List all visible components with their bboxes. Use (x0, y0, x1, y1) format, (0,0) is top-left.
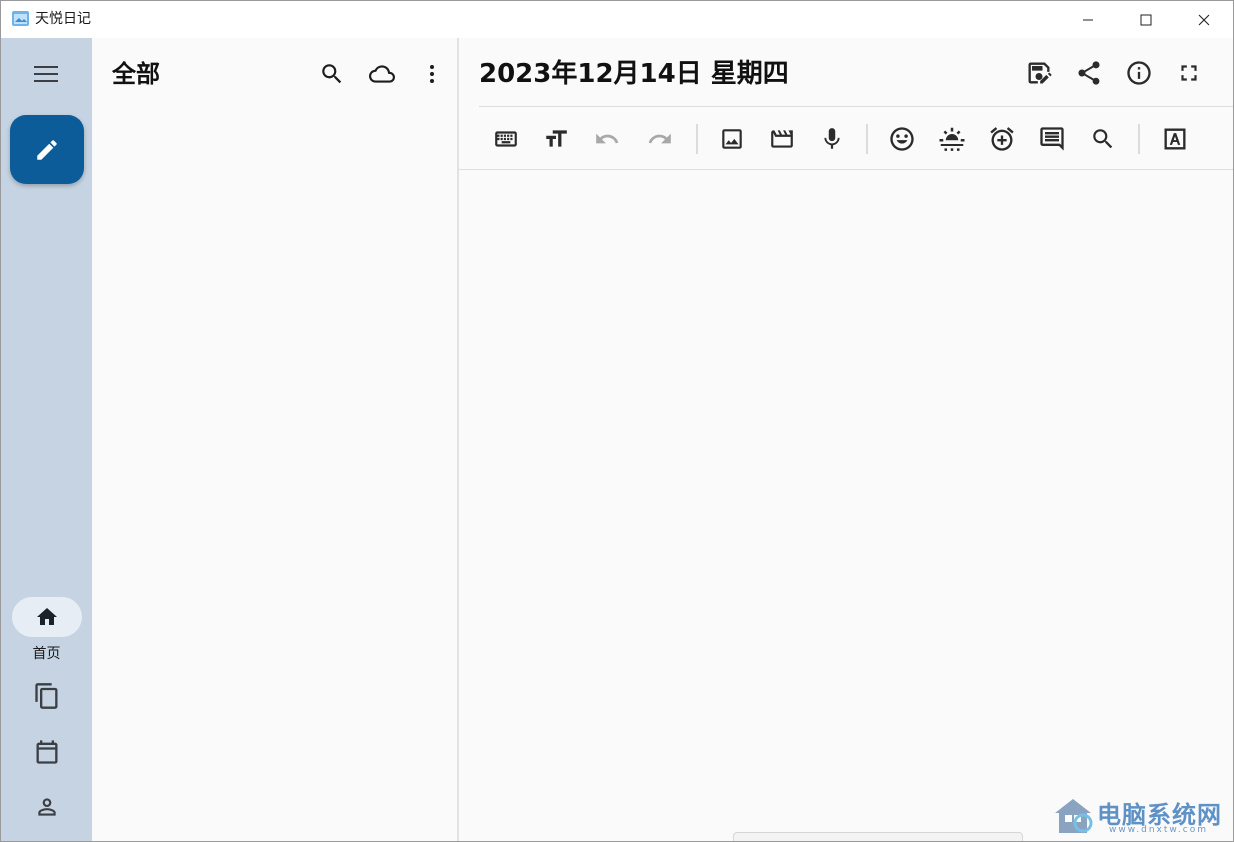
keyboard-icon (495, 131, 517, 147)
insert-image-button[interactable] (714, 122, 750, 156)
text-size-icon (546, 130, 567, 147)
redo-button[interactable] (642, 122, 678, 156)
reminder-button[interactable] (984, 122, 1020, 156)
info-button[interactable] (1121, 56, 1157, 90)
title-bar: 天悦日记 (1, 1, 1233, 38)
close-icon (1198, 14, 1210, 25)
watermark: 电脑系统网 www.dnxtw.com (1051, 793, 1231, 839)
share-button[interactable] (1071, 56, 1107, 90)
save-edit-icon (1028, 62, 1052, 84)
person-icon (38, 798, 56, 816)
save-button[interactable] (1021, 56, 1057, 90)
comment-button[interactable] (1034, 122, 1070, 156)
weather-button[interactable] (934, 122, 970, 156)
keyboard-button[interactable] (488, 122, 524, 156)
text-size-button[interactable] (538, 122, 574, 156)
diary-content-editor[interactable] (459, 170, 1233, 841)
toolbar-separator (866, 124, 868, 154)
watermark-url: www.dnxtw.com (1109, 825, 1209, 835)
font-style-button[interactable] (1157, 122, 1193, 156)
nav-item-calendar[interactable] (29, 735, 65, 769)
entry-date-title[interactable]: 2023年12月14日 星期四 (479, 57, 789, 91)
list-search-button[interactable] (314, 58, 350, 90)
info-icon (1127, 61, 1151, 85)
fullscreen-icon (1181, 65, 1197, 81)
cloud-sync-button[interactable] (364, 58, 400, 90)
menu-button[interactable] (29, 60, 63, 88)
close-button[interactable] (1175, 1, 1233, 38)
home-icon (37, 608, 57, 625)
new-entry-button[interactable] (10, 115, 84, 184)
share-icon (1078, 61, 1100, 85)
app-logo-icon (12, 11, 29, 26)
pencil-icon (37, 139, 57, 160)
toolbar-separator (696, 124, 698, 154)
minimize-icon (1083, 19, 1093, 20)
video-icon (771, 130, 793, 148)
voice-input-button[interactable] (814, 122, 850, 156)
fullscreen-button[interactable] (1171, 56, 1207, 90)
emoji-icon (890, 127, 914, 151)
nav-item-home-label: 首页 (32, 646, 61, 662)
search-icon (322, 64, 342, 84)
maximize-button[interactable] (1117, 1, 1175, 38)
hamburger-menu-icon (34, 66, 58, 82)
watermark-house-logo (1055, 799, 1093, 833)
undo-button[interactable] (589, 122, 625, 156)
alarm-add-icon (990, 127, 1014, 151)
more-options-button[interactable] (414, 58, 450, 90)
list-title: 全部 (112, 60, 160, 88)
comment-icon (1040, 127, 1064, 151)
editor-pane: 2023年12月14日 星期四 (459, 38, 1233, 841)
image-icon (722, 129, 742, 149)
undo-icon (596, 133, 619, 144)
maximize-icon (1140, 14, 1152, 25)
taskbar-preview (733, 832, 1023, 841)
window-title: 天悦日记 (35, 11, 91, 27)
nav-item-profile[interactable] (29, 790, 65, 824)
copy-icon (35, 683, 58, 709)
minimize-button[interactable] (1059, 1, 1117, 38)
nav-item-home[interactable] (12, 597, 82, 637)
insert-video-button[interactable] (764, 122, 800, 156)
find-in-text-button[interactable] (1085, 122, 1121, 156)
nav-item-documents[interactable] (29, 679, 65, 713)
font-box-icon (1164, 128, 1186, 150)
mic-icon (824, 128, 840, 149)
search-icon (1093, 129, 1113, 149)
navigation-rail: 首页 (1, 38, 92, 841)
mood-button[interactable] (884, 122, 920, 156)
header-divider (479, 106, 1233, 107)
app-window: 天悦日记 首页 全部 2023年12月14日 星期四 电脑系统网 www.dnx… (0, 0, 1234, 842)
entry-list-pane: 全部 (92, 38, 457, 841)
toolbar-separator (1138, 124, 1140, 154)
redo-icon (648, 133, 671, 144)
editor-toolbar (459, 108, 1233, 170)
cloud-icon (369, 65, 395, 83)
more-vertical-icon (430, 65, 434, 83)
weather-icon (939, 127, 965, 151)
calendar-icon (36, 740, 58, 764)
